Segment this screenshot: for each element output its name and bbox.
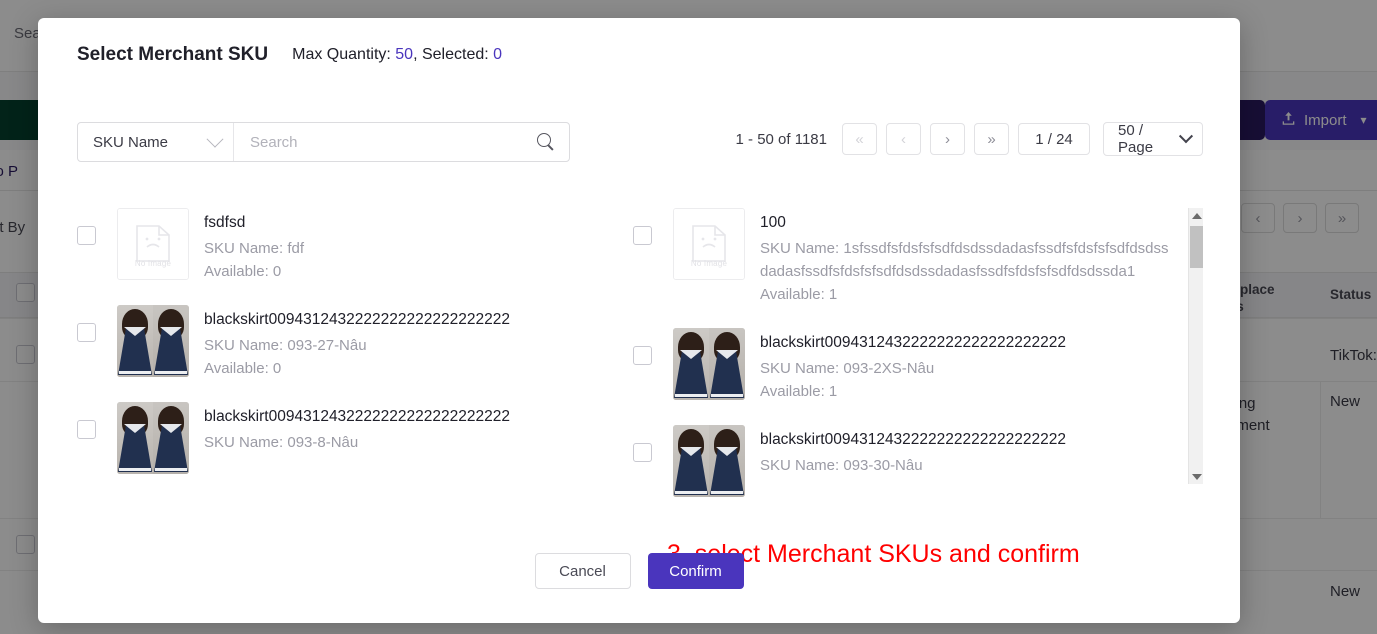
sku-name: SKU Name: 093-30-Nâu <box>760 457 923 474</box>
scrollbar-thumb[interactable] <box>1190 226 1203 268</box>
list-item[interactable]: No Image 100 SKU Name: 1sfssdfsfdsfsfsdf… <box>633 208 1171 306</box>
select-merchant-sku-modal: Select Merchant SKU Max Quantity: 50, Se… <box>38 18 1240 623</box>
sku-checkbox[interactable] <box>77 420 96 439</box>
page-size-value: 50 / Page <box>1118 122 1154 156</box>
next-page-button[interactable]: › <box>930 123 965 155</box>
chevron-down-icon <box>1179 129 1194 144</box>
modal-header: Select Merchant SKU Max Quantity: 50, Se… <box>38 18 1240 92</box>
sku-name: SKU Name: fdf <box>204 240 305 257</box>
last-page-button[interactable]: » <box>974 123 1009 155</box>
pagination-controls: 1 - 50 of 1181 « ‹ › » 1 / 24 50 / Page <box>736 122 1203 156</box>
page-title: Select Merchant SKU <box>77 44 269 65</box>
sku-text: blackskirt0094312432222222222222222222 S… <box>204 402 615 454</box>
sku-name: SKU Name: 093-27-Nâu <box>204 337 367 354</box>
scroll-up-icon[interactable] <box>1189 208 1204 223</box>
sku-text: 100 SKU Name: 1sfssdfsfdsfsfsdfdsdssdada… <box>760 208 1171 306</box>
list-item[interactable]: blackskirt0094312432222222222222222222 S… <box>633 425 1171 497</box>
current-page-indicator[interactable]: 1 / 24 <box>1018 123 1090 155</box>
sku-available: Available: 1 <box>760 383 838 400</box>
sku-title: blackskirt0094312432222222222222222222 <box>204 311 510 328</box>
sku-checkbox[interactable] <box>633 443 652 462</box>
search-icon[interactable] <box>537 133 555 151</box>
search-input-wrap <box>234 123 569 161</box>
modal-toolbar: SKU Name 1 - 50 of 1181 « ‹ › » 1 / 24 5… <box>77 105 1203 162</box>
sku-available: Available: 0 <box>204 263 282 280</box>
scroll-down-icon[interactable] <box>1189 469 1204 484</box>
product-photo <box>117 305 189 377</box>
search-input[interactable] <box>248 132 537 152</box>
sku-name: SKU Name: 093-8-Nâu <box>204 434 359 451</box>
no-image-icon <box>692 225 726 262</box>
no-image-caption: No Image <box>690 259 728 268</box>
selected-label: , Selected: <box>413 46 489 63</box>
search-group: SKU Name <box>77 122 570 162</box>
sku-title: blackskirt0094312432222222222222222222 <box>760 334 1066 351</box>
sku-title: blackskirt0094312432222222222222222222 <box>204 408 510 425</box>
sku-text: blackskirt0094312432222222222222222222 S… <box>760 425 1171 477</box>
sku-thumbnail <box>117 305 189 377</box>
sku-checkbox[interactable] <box>633 346 652 365</box>
search-field-select-value: SKU Name <box>93 133 169 151</box>
sku-title: 100 <box>760 214 786 231</box>
chevron-down-icon <box>206 130 224 148</box>
modal-footer: Cancel Confirm <box>38 523 1240 623</box>
sku-available: Available: 0 <box>204 360 282 377</box>
sku-text: fsdfsd SKU Name: fdf Available: 0 <box>204 208 615 283</box>
no-image-icon <box>136 225 170 262</box>
pagination-range: 1 - 50 of 1181 <box>735 130 827 148</box>
no-image-placeholder: No Image <box>674 209 744 279</box>
sku-available: Available: 1 <box>760 286 838 303</box>
sku-title: blackskirt0094312432222222222222222222 <box>760 431 1066 448</box>
list-item[interactable]: blackskirt0094312432222222222222222222 S… <box>77 305 615 380</box>
quantity-summary: Max Quantity: 50, Selected: 0 <box>292 46 502 64</box>
sku-thumbnail <box>673 425 745 497</box>
prev-page-button[interactable]: ‹ <box>886 123 921 155</box>
sku-column-left: No Image fsdfsd SKU Name: fdf Available:… <box>77 208 633 498</box>
sku-thumbnail: No Image <box>673 208 745 280</box>
max-quantity-label: Max Quantity: <box>292 46 391 63</box>
search-field-select[interactable]: SKU Name <box>78 123 234 161</box>
sku-title: fsdfsd <box>204 214 246 231</box>
no-image-placeholder: No Image <box>118 209 188 279</box>
sku-checkbox[interactable] <box>633 226 652 245</box>
sku-checkbox[interactable] <box>77 226 96 245</box>
sku-list-area: No Image fsdfsd SKU Name: fdf Available:… <box>77 208 1203 498</box>
sku-list-scrollbar[interactable] <box>1188 208 1203 484</box>
product-photo <box>117 402 189 474</box>
sku-checkbox[interactable] <box>77 323 96 342</box>
cancel-button[interactable]: Cancel <box>534 553 631 589</box>
sku-column-right: No Image 100 SKU Name: 1sfssdfsfdsfsfsdf… <box>633 208 1189 498</box>
selected-value: 0 <box>493 46 503 63</box>
list-item[interactable]: blackskirt0094312432222222222222222222 S… <box>77 402 615 474</box>
list-item[interactable]: blackskirt0094312432222222222222222222 S… <box>633 328 1171 403</box>
sku-list: No Image fsdfsd SKU Name: fdf Available:… <box>77 208 1189 498</box>
product-photo <box>673 328 745 400</box>
first-page-button[interactable]: « <box>842 123 877 155</box>
sku-thumbnail <box>673 328 745 400</box>
product-photo <box>673 425 745 497</box>
sku-thumbnail: No Image <box>117 208 189 280</box>
list-item[interactable]: No Image fsdfsd SKU Name: fdf Available:… <box>77 208 615 283</box>
max-quantity-value: 50 <box>395 46 414 63</box>
page-size-select[interactable]: 50 / Page <box>1103 122 1203 156</box>
sku-text: blackskirt0094312432222222222222222222 S… <box>204 305 615 380</box>
sku-thumbnail <box>117 402 189 474</box>
sku-name: SKU Name: 093-2XS-Nâu <box>760 360 935 377</box>
sku-text: blackskirt0094312432222222222222222222 S… <box>760 328 1171 403</box>
sku-name: SKU Name: 1sfssdfsfdsfsfsdfdsdssdadasfss… <box>760 240 1169 280</box>
confirm-button[interactable]: Confirm <box>647 553 744 589</box>
no-image-caption: No Image <box>134 259 172 268</box>
